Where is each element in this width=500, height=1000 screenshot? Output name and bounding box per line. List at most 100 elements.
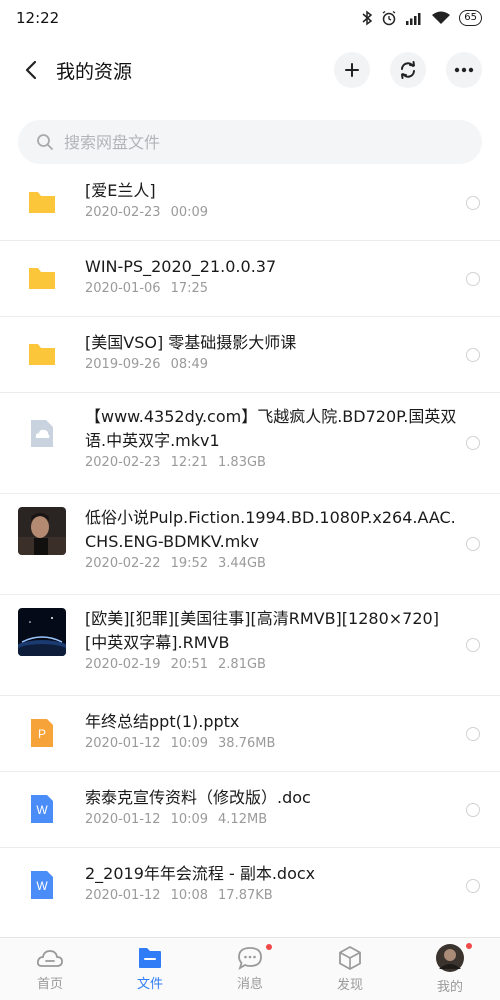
nav-messages-label: 消息 bbox=[236, 977, 263, 992]
file-date: 2020-02-23 bbox=[85, 455, 161, 470]
file-size: 4.12MB bbox=[218, 812, 268, 827]
file-date: 2020-01-12 bbox=[85, 812, 161, 827]
select-radio[interactable] bbox=[466, 537, 480, 551]
list-item[interactable]: 低俗小说Pulp.Fiction.1994.BD.1080P.x264.AAC.… bbox=[0, 494, 500, 595]
nav-me[interactable]: 我的 bbox=[400, 938, 500, 1000]
select-radio[interactable] bbox=[466, 727, 480, 741]
word-file-icon: W bbox=[18, 793, 66, 829]
nav-discover[interactable]: 发现 bbox=[300, 938, 400, 1000]
header: 我的资源 bbox=[0, 36, 500, 104]
cloud-file-icon bbox=[18, 417, 66, 453]
ppt-file-icon: P bbox=[18, 717, 66, 753]
folder-icon bbox=[18, 341, 66, 373]
file-name: 2_2019年年会流程 - 副本.docx bbox=[85, 864, 316, 883]
unread-badge bbox=[466, 943, 472, 949]
svg-text:W: W bbox=[36, 879, 48, 893]
list-item[interactable]: [爱E兰人] 2020-02-23 00:09 bbox=[0, 165, 500, 241]
select-radio[interactable] bbox=[466, 272, 480, 286]
cube-icon bbox=[339, 946, 361, 970]
file-name: [欧美][犯罪][美国往事][高清RMVB][1280×720][中英双字幕].… bbox=[85, 609, 439, 652]
video-thumbnail bbox=[18, 507, 66, 555]
file-size: 38.76MB bbox=[218, 736, 276, 751]
nav-home-label: 首页 bbox=[36, 977, 63, 992]
folder-icon bbox=[18, 265, 66, 297]
file-date: 2020-01-12 bbox=[85, 888, 161, 903]
file-time: 00:09 bbox=[170, 205, 209, 220]
file-date: 2020-01-06 bbox=[85, 281, 161, 296]
file-date: 2019-09-26 bbox=[85, 357, 161, 372]
add-icon bbox=[345, 63, 359, 77]
alarm-icon bbox=[381, 10, 397, 26]
file-name: 【www.4352dy.com】飞越疯人院.BD720P.国英双语.中英双字.m… bbox=[85, 407, 457, 450]
file-list: [爱E兰人] 2020-02-23 00:09 WIN-PS_2020_21.0.… bbox=[0, 165, 500, 924]
more-icon bbox=[454, 67, 474, 73]
status-time: 12:22 bbox=[16, 9, 60, 27]
file-time: 17:25 bbox=[170, 281, 209, 296]
nav-me-label: 我的 bbox=[436, 980, 463, 995]
signal-icon bbox=[405, 11, 423, 25]
search-icon bbox=[37, 134, 53, 150]
file-time: 20:51 bbox=[170, 657, 209, 672]
add-button[interactable] bbox=[334, 52, 370, 88]
file-size: 2.81GB bbox=[218, 657, 266, 672]
nav-discover-label: 发现 bbox=[336, 978, 363, 993]
select-radio[interactable] bbox=[466, 803, 480, 817]
refresh-icon bbox=[401, 61, 415, 79]
list-item[interactable]: [欧美][犯罪][美国往事][高清RMVB][1280×720][中英双字幕].… bbox=[0, 595, 500, 696]
svg-text:W: W bbox=[36, 803, 48, 817]
file-size: 17.87KB bbox=[218, 888, 273, 903]
file-name: WIN-PS_2020_21.0.0.37 bbox=[85, 257, 277, 276]
list-item[interactable]: 【www.4352dy.com】飞越疯人院.BD720P.国英双语.中英双字.m… bbox=[0, 393, 500, 494]
chevron-left-icon bbox=[25, 60, 37, 80]
battery-icon: 65 bbox=[459, 10, 482, 26]
wifi-icon bbox=[431, 11, 451, 25]
file-name: [爱E兰人] bbox=[85, 181, 156, 200]
nav-home[interactable]: 首页 bbox=[0, 938, 100, 1000]
list-item[interactable]: W 2_2019年年会流程 - 副本.docx 2020-01-12 10:08 1… bbox=[0, 848, 500, 924]
select-radio[interactable] bbox=[466, 348, 480, 362]
svg-text:P: P bbox=[38, 727, 46, 741]
nav-messages[interactable]: 消息 bbox=[200, 938, 300, 1000]
file-time: 19:52 bbox=[170, 556, 209, 571]
file-date: 2020-02-22 bbox=[85, 556, 161, 571]
file-time: 08:49 bbox=[170, 357, 209, 372]
file-date: 2020-02-23 bbox=[85, 205, 161, 220]
file-date: 2020-02-19 bbox=[85, 657, 161, 672]
word-file-icon: W bbox=[18, 869, 66, 905]
file-name: 低俗小说Pulp.Fiction.1994.BD.1080P.x264.AAC.… bbox=[85, 508, 456, 551]
list-item[interactable]: W 索泰克宣传资料（修改版）.doc 2020-01-12 10:09 4.12MB bbox=[0, 772, 500, 848]
bottom-nav: 首页 文件 消息 发现 我的 bbox=[0, 937, 500, 1000]
file-name: 索泰克宣传资料（修改版）.doc bbox=[85, 788, 311, 807]
select-radio[interactable] bbox=[466, 879, 480, 893]
page-title: 我的资源 bbox=[56, 60, 133, 83]
more-button[interactable] bbox=[446, 52, 482, 88]
file-time: 10:09 bbox=[170, 736, 209, 751]
list-item[interactable]: P 年终总结ppt(1).pptx 2020-01-12 10:09 38.76MB bbox=[0, 696, 500, 772]
avatar bbox=[436, 944, 464, 972]
nav-files[interactable]: 文件 bbox=[100, 938, 200, 1000]
select-radio[interactable] bbox=[466, 436, 480, 450]
video-thumbnail bbox=[18, 608, 66, 656]
file-date: 2020-01-12 bbox=[85, 736, 161, 751]
message-icon bbox=[238, 947, 262, 970]
file-time: 12:21 bbox=[170, 455, 209, 470]
refresh-button[interactable] bbox=[390, 52, 426, 88]
file-size: 1.83GB bbox=[218, 455, 266, 470]
search-bar[interactable] bbox=[18, 120, 482, 164]
cloud-icon bbox=[36, 950, 63, 967]
list-item[interactable]: WIN-PS_2020_21.0.0.37 2020-01-06 17:25 bbox=[0, 241, 500, 317]
nav-files-label: 文件 bbox=[136, 977, 163, 992]
unread-badge bbox=[266, 944, 272, 950]
search-input[interactable] bbox=[64, 132, 444, 152]
status-icons: 65 bbox=[361, 10, 482, 26]
status-bar: 12:22 65 bbox=[0, 0, 500, 36]
file-name: 年终总结ppt(1).pptx bbox=[85, 712, 240, 731]
file-time: 10:08 bbox=[170, 888, 209, 903]
select-radio[interactable] bbox=[466, 638, 480, 652]
file-name: [美国VSO] 零基础摄影大师课 bbox=[85, 333, 297, 352]
folder-icon bbox=[139, 948, 161, 968]
file-size: 3.44GB bbox=[218, 556, 266, 571]
list-item[interactable]: [美国VSO] 零基础摄影大师课 2019-09-26 08:49 bbox=[0, 317, 500, 393]
select-radio[interactable] bbox=[466, 196, 480, 210]
back-button[interactable] bbox=[20, 59, 42, 81]
